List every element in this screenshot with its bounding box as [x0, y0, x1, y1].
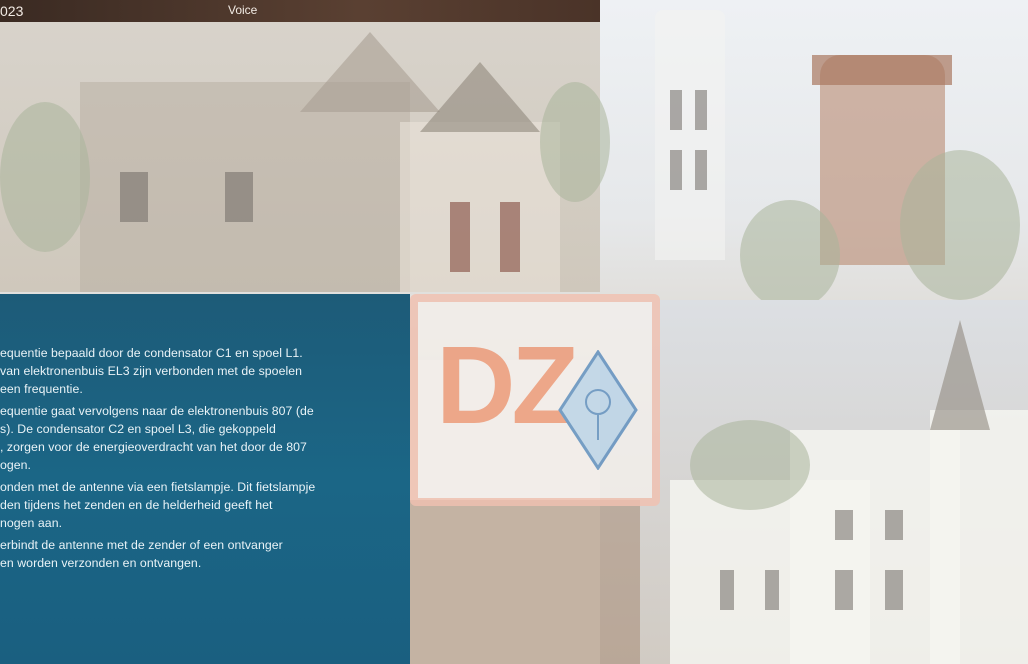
tower-window [695, 90, 707, 130]
tower-window [670, 150, 682, 190]
church-spire [930, 320, 990, 430]
villa-photo [0, 22, 610, 292]
building-window [835, 510, 853, 540]
white-building [930, 410, 1028, 664]
info-line: s). De condensator C2 en spoel L3, die g… [0, 422, 276, 436]
villa-window [500, 202, 520, 272]
info-line: equentie bepaald door de condensator C1 … [0, 346, 303, 360]
building-window [885, 570, 903, 610]
info-line: ogen. [0, 458, 32, 472]
brick-tower-top [812, 55, 952, 85]
tree [540, 82, 610, 202]
tower-window [670, 90, 682, 130]
info-line: equentie gaat vervolgens naar de elektro… [0, 404, 314, 418]
info-line: en worden verzonden en ontvangen. [0, 556, 202, 570]
building-window [885, 510, 903, 540]
brick-building [410, 500, 640, 664]
villa-window [450, 202, 470, 272]
villa-window [225, 172, 253, 222]
info-line: nogen aan. [0, 516, 63, 530]
villa-roof [300, 32, 440, 112]
white-water-tower [655, 10, 725, 260]
header-bar: 023 Voice [0, 0, 600, 22]
tree [900, 150, 1020, 300]
info-line: onden met de antenne via een fietslampje… [0, 480, 316, 494]
year-label: 023 [0, 3, 24, 19]
building-window [835, 570, 853, 610]
info-line: een frequentie. [0, 382, 83, 396]
vron-diamond-icon [558, 350, 638, 470]
info-line: , zorgen voor de energieoverdracht van h… [0, 440, 307, 454]
town-photo [600, 300, 1028, 664]
building-window [765, 570, 779, 610]
voice-label: Voice [228, 3, 258, 17]
club-logo-card: DZ [410, 294, 660, 506]
villa-window [120, 172, 148, 222]
info-line: van elektronenbuis EL3 zijn verbonden me… [0, 364, 303, 378]
info-line: den tijdens het zenden en de helderheid … [0, 498, 273, 512]
tower-window [695, 150, 707, 190]
info-text-panel: equentie bepaald door de condensator C1 … [0, 294, 410, 664]
logo-letters: DZ [436, 324, 579, 447]
pavilion [400, 122, 560, 292]
tree [740, 200, 840, 310]
tree [690, 420, 810, 510]
tree [0, 102, 90, 252]
pavilion-roof [420, 62, 540, 132]
info-line: erbindt de antenne met de zender of een … [0, 538, 283, 552]
building-window [720, 570, 734, 610]
